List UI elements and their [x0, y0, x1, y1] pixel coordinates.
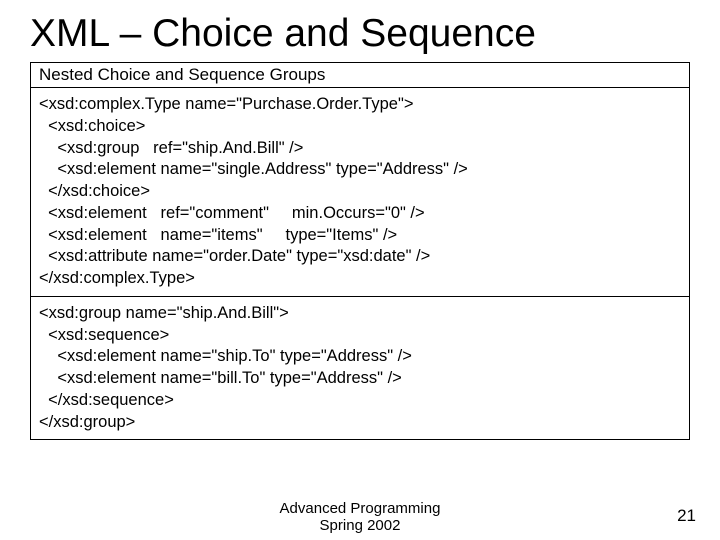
footer: Advanced Programming Spring 2002: [0, 500, 720, 535]
footer-line-1: Advanced Programming: [0, 500, 720, 517]
code-box-1: <xsd:complex.Type name="Purchase.Order.T…: [30, 88, 690, 297]
page-number: 21: [677, 506, 696, 526]
code-box-2: <xsd:group name="ship.And.Bill"> <xsd:se…: [30, 297, 690, 441]
slide: XML – Choice and Sequence Nested Choice …: [0, 0, 720, 540]
subtitle-text: Nested Choice and Sequence Groups: [39, 65, 325, 84]
subtitle-box: Nested Choice and Sequence Groups: [30, 62, 690, 88]
footer-line-2: Spring 2002: [0, 517, 720, 534]
slide-title: XML – Choice and Sequence: [0, 0, 720, 60]
